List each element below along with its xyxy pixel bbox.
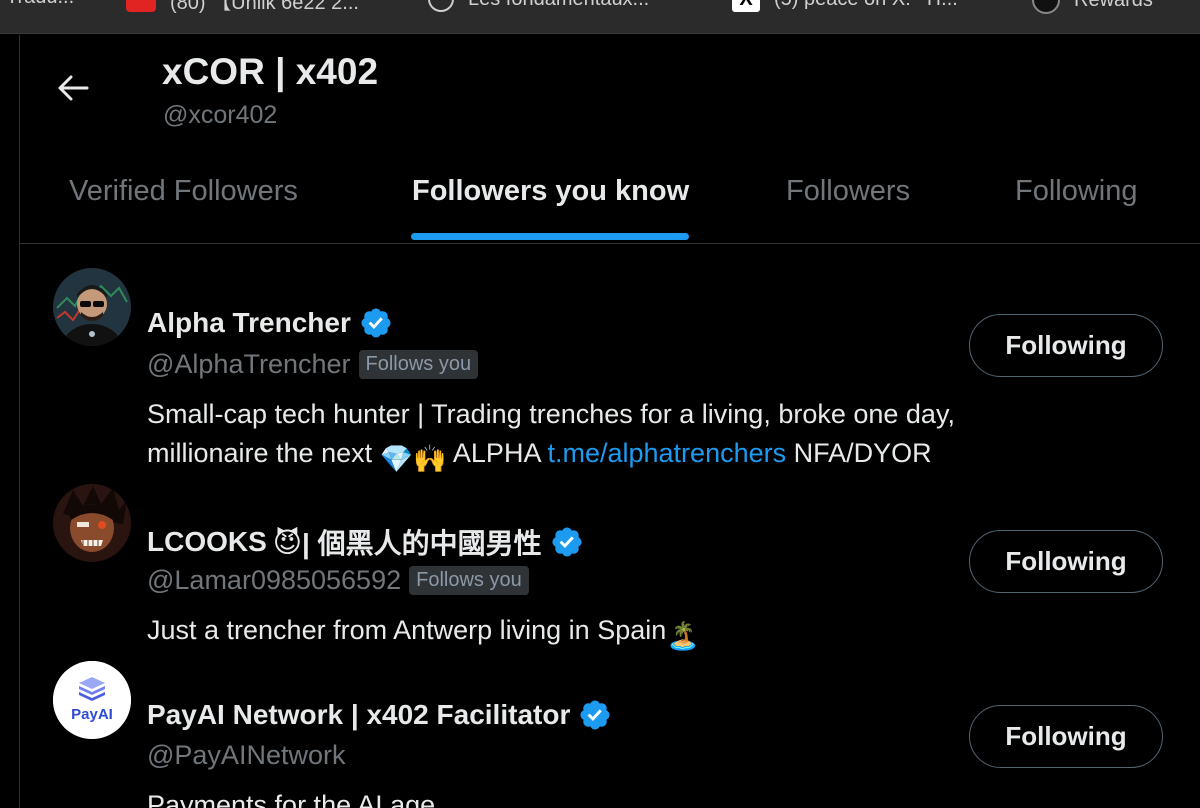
user-name-row: Alpha Trencher (147, 306, 393, 340)
arrow-left-icon (58, 75, 89, 101)
main-column: xCOR | x402 @xcor402 Verified Followers … (19, 35, 1200, 808)
payai-logo-icon: PayAI (53, 661, 131, 739)
island-emoji: 🏝️ (666, 621, 700, 651)
avatar[interactable] (53, 268, 131, 346)
bookmarks-bar: Tradu... (80) 【Unlik 6e22 2... Les fonda… (0, 0, 1200, 34)
circle-logo-icon (428, 0, 454, 12)
youtube-icon (126, 0, 156, 12)
bookmark-label: Rewards (1074, 0, 1153, 12)
following-button[interactable]: Following (969, 705, 1163, 768)
smiling-devil-emoji: 😈 (272, 526, 302, 558)
user-handle[interactable]: @Lamar0985056592 (147, 565, 401, 596)
bio-text: Just a trencher from Antwerp living in S… (147, 615, 667, 645)
bio-link[interactable]: t.me/alphatrenchers (547, 438, 786, 468)
following-button[interactable]: Following (969, 530, 1163, 593)
bookmark-item[interactable]: Rewards (1032, 0, 1153, 14)
active-tab-indicator (411, 233, 689, 240)
user-name-row: PayAI Network | x402 Facilitator (147, 698, 612, 732)
tab-followers[interactable]: Followers (786, 175, 910, 208)
bookmark-item[interactable]: (80) 【Unlik 6e22 2... (126, 0, 359, 15)
follows-you-badge: Follows you (358, 350, 479, 379)
verified-badge-icon (580, 700, 610, 730)
bookmark-item[interactable]: Tradu... (6, 0, 74, 9)
user-handle[interactable]: @AlphaTrencher (147, 349, 351, 380)
back-button[interactable] (56, 71, 90, 105)
bookmark-item[interactable]: X (5) peace on X: "TI... (732, 0, 958, 12)
verified-badge-icon (552, 527, 582, 557)
diamond-hands-emoji: 💎🙌 (379, 444, 447, 474)
user-handle-row: @Lamar0985056592 Follows you (147, 565, 529, 596)
bookmark-label: (80) 【Unlik 6e22 2... (170, 0, 359, 14)
page-title: xCOR | x402 (162, 51, 379, 92)
avatar[interactable] (53, 484, 131, 562)
bookmark-label: Tradu... (6, 0, 74, 9)
following-button[interactable]: Following (969, 314, 1163, 377)
user-display-name[interactable]: Alpha Trencher (147, 307, 351, 339)
user-bio: Payments for the AI age. (147, 790, 443, 808)
tab-verified-followers[interactable]: Verified Followers (69, 175, 298, 208)
user-cell[interactable]: LCOOKS 😈 | 個黑人的中國男性 @Lamar0985056592 Fol… (20, 476, 1200, 651)
user-handle-row: @PayAINetwork (147, 740, 345, 771)
bookmark-item[interactable]: Les fondamentaux... (428, 0, 649, 12)
tab-bar: Verified Followers Followers you know Fo… (20, 155, 1200, 244)
user-bio: Small-cap tech hunter | Trading trenches… (147, 395, 1067, 479)
user-cell[interactable]: Alpha Trencher @AlphaTrencher Follows yo… (20, 260, 1200, 474)
bio-text: NFA/DYOR (793, 438, 932, 468)
bookmark-label: Les fondamentaux... (468, 0, 649, 11)
svg-text:PayAI: PayAI (71, 706, 113, 723)
follows-you-badge: Follows you (409, 566, 529, 595)
rewards-icon (1032, 0, 1060, 14)
profile-handle: @xcor402 (163, 101, 278, 129)
bio-text: ALPHA (452, 438, 540, 468)
x-logo-icon: X (732, 0, 760, 12)
user-cell[interactable]: PayAI PayAI Network | x402 Facilitator @… (20, 654, 1200, 808)
user-display-name-suffix: | 個黑人的中國男性 (301, 528, 542, 559)
user-display-name[interactable]: LCOOKS (147, 526, 267, 558)
tab-followers-you-know[interactable]: Followers you know (412, 175, 689, 208)
user-handle[interactable]: @PayAINetwork (147, 740, 345, 771)
avatar[interactable]: PayAI (53, 661, 131, 739)
user-name-row: LCOOKS 😈 | 個黑人的中國男性 (147, 522, 584, 562)
user-handle-row: @AlphaTrencher Follows you (147, 349, 479, 380)
verified-badge-icon (361, 308, 391, 338)
tab-following[interactable]: Following (1015, 175, 1138, 208)
bookmark-label: (5) peace on X: "TI... (774, 0, 958, 11)
user-display-name[interactable]: PayAI Network | x402 Facilitator (147, 699, 570, 731)
user-bio: Just a trencher from Antwerp living in S… (147, 611, 1067, 656)
